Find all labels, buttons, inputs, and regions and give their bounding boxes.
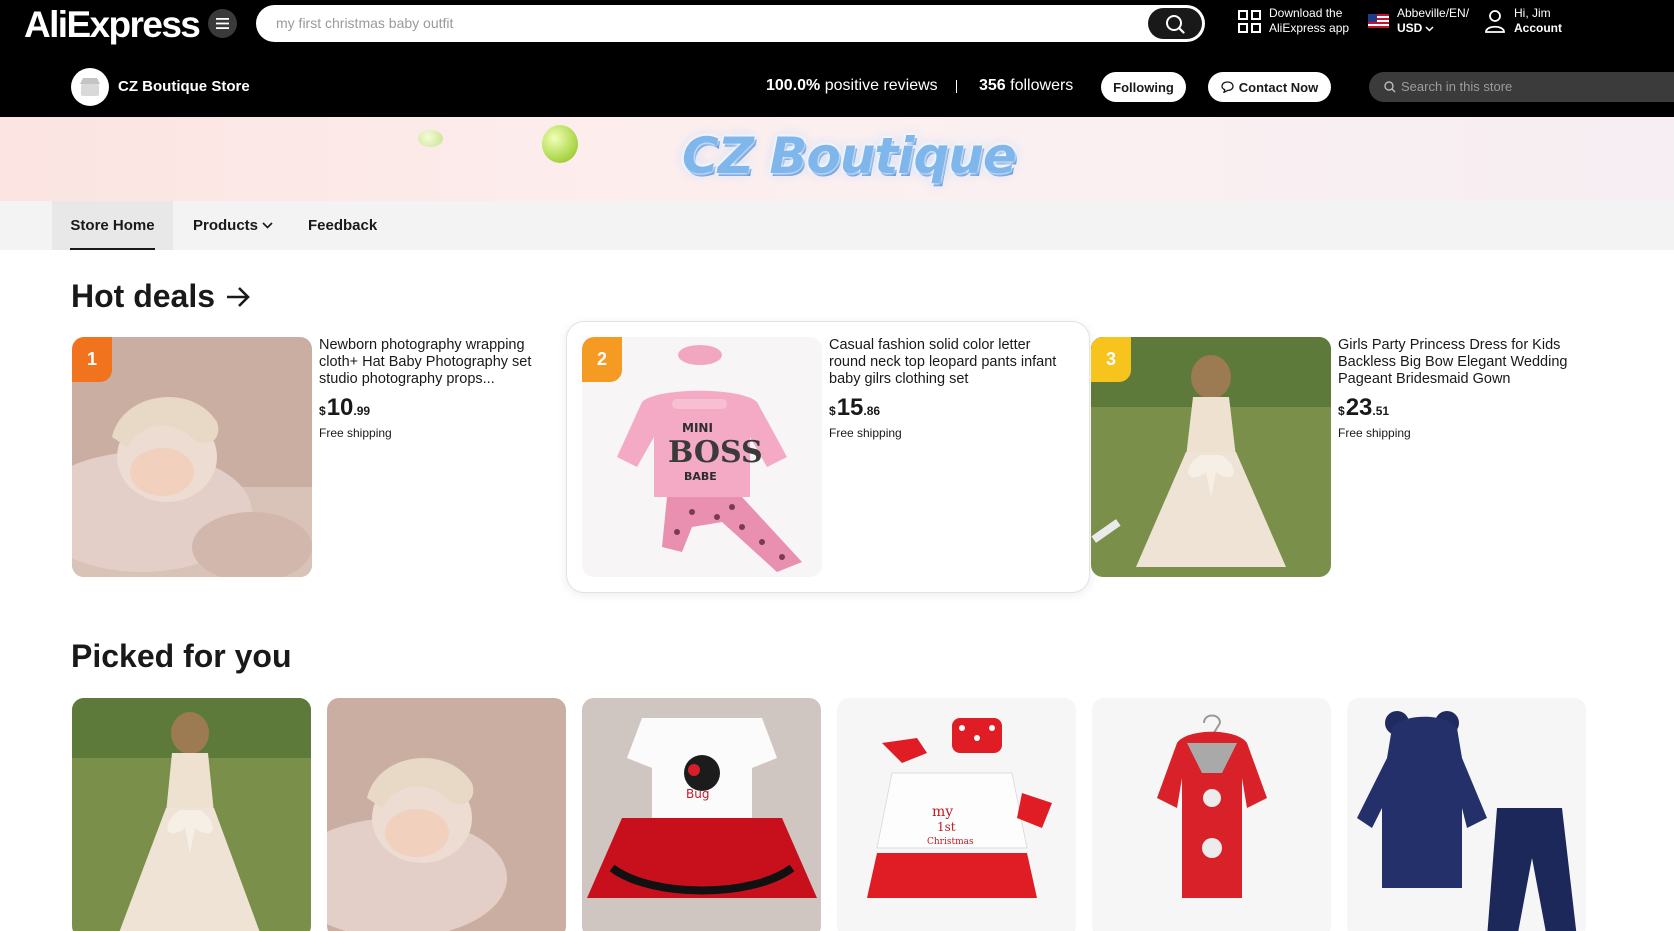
qr-code-icon <box>1238 9 1261 33</box>
product-title[interactable]: Girls Party Princess Dress for Kids Back… <box>1338 337 1578 388</box>
product-image: my 1st Christmas <box>837 698 1076 931</box>
reviews-value: 100.0% <box>766 77 821 94</box>
arrow-right-icon <box>227 286 250 307</box>
picked-product-card[interactable] <box>72 698 311 931</box>
svg-text:MINI: MINI <box>682 421 713 435</box>
top-header: AliExpress Download theAliExpress app Ab… <box>0 0 1674 117</box>
picked-product-card[interactable]: Bug <box>582 698 821 931</box>
greeting-text: Hi, Jim <box>1514 6 1551 20</box>
hamburger-icon <box>216 18 229 29</box>
banner-title: CZ Boutique <box>682 127 1017 185</box>
price-decimal: .51 <box>1372 404 1390 418</box>
followers-value: 356 <box>979 77 1006 94</box>
aliexpress-logo[interactable]: AliExpress <box>24 4 201 46</box>
download-line-2: AliExpress app <box>1269 21 1350 35</box>
currency-label: USD <box>1397 21 1423 35</box>
contact-now-label: Contact Now <box>1238 79 1319 95</box>
product-title[interactable]: Casual fashion solid color letter round … <box>829 337 1069 388</box>
svg-text:BABE: BABE <box>684 470 717 483</box>
tab-feedback[interactable]: Feedback <box>308 201 377 250</box>
search-icon <box>1384 81 1396 93</box>
store-followers: 356 followers <box>979 77 1073 95</box>
tab-products-label: Products <box>193 217 259 234</box>
product-image[interactable]: 3 <box>1091 337 1331 577</box>
svg-text:Bug: Bug <box>686 787 709 801</box>
price-integer: 15 <box>836 394 864 421</box>
product-title[interactable]: Newborn photography wrapping cloth+ Hat … <box>319 337 559 388</box>
picked-product-card[interactable] <box>1092 698 1331 931</box>
rank-badge: 1 <box>72 337 112 382</box>
locale-line-1: Abbeville/EN/ <box>1397 6 1470 20</box>
price-decimal: .99 <box>353 404 371 418</box>
user-icon <box>1485 10 1505 33</box>
search-icon <box>1166 14 1185 34</box>
product-image <box>1347 698 1586 931</box>
decorative-ball <box>418 130 443 147</box>
locale-currency-selector[interactable]: Abbeville/EN/ USD <box>1368 6 1469 36</box>
chevron-down-icon <box>1425 25 1434 32</box>
us-flag-icon <box>1368 14 1389 28</box>
hot-deal-card[interactable]: 3 Girls Party Princess Dress for Kids Ba… <box>1091 337 1591 577</box>
product-image <box>1092 698 1331 931</box>
main-search-bar <box>256 5 1205 42</box>
price-decimal: .86 <box>863 404 881 418</box>
store-name[interactable]: CZ Boutique Store <box>118 78 250 95</box>
price-currency: $ <box>1338 404 1345 418</box>
svg-text:BOSS: BOSS <box>668 435 763 470</box>
svg-text:1st: 1st <box>937 820 956 834</box>
product-price: $23.51 <box>1338 394 1578 422</box>
price-integer: 10 <box>326 394 354 421</box>
picked-for-you-heading: Picked for you <box>71 638 292 674</box>
shipping-info: Free shipping <box>319 426 392 440</box>
store-icon <box>80 78 100 96</box>
shipping-info: Free shipping <box>1338 426 1411 440</box>
main-search-input[interactable] <box>276 11 1136 35</box>
shipping-info: Free shipping <box>829 426 902 440</box>
search-button[interactable] <box>1148 8 1202 39</box>
hot-deals-heading[interactable]: Hot deals <box>71 278 251 315</box>
product-image: Bug <box>582 698 821 931</box>
following-button[interactable]: Following <box>1101 72 1186 102</box>
product-image[interactable]: 2 MINI BOSS BABE <box>582 337 822 577</box>
account-menu[interactable]: Hi, Jim Account <box>1484 6 1562 36</box>
rank-badge: 2 <box>582 337 622 382</box>
store-avatar[interactable] <box>71 68 109 106</box>
chevron-down-icon <box>262 222 273 229</box>
picked-product-card[interactable]: my 1st Christmas <box>837 698 1076 931</box>
tab-products[interactable]: Products <box>193 201 273 250</box>
hot-deal-card[interactable]: 2 MINI BOSS BABE Casual fashion solid co… <box>582 337 1082 577</box>
svg-text:my: my <box>932 804 953 820</box>
hot-deals-title: Hot deals <box>71 278 216 314</box>
picked-product-card[interactable] <box>327 698 566 931</box>
store-nav-tabs: Store Home Products Feedback <box>0 201 1674 250</box>
price-currency: $ <box>319 404 326 418</box>
decorative-ball <box>542 125 578 163</box>
picked-product-card[interactable] <box>1347 698 1586 931</box>
product-price: $15.86 <box>829 394 1069 422</box>
stats-divider <box>956 80 957 93</box>
product-price: $10.99 <box>319 394 559 422</box>
svg-text:Christmas: Christmas <box>927 837 974 847</box>
store-search <box>1369 72 1674 102</box>
followers-label: followers <box>1010 77 1074 94</box>
product-image <box>72 698 311 931</box>
price-currency: $ <box>829 404 836 418</box>
contact-now-button[interactable]: Contact Now <box>1208 72 1331 102</box>
tab-store-home[interactable]: Store Home <box>52 201 173 250</box>
categories-menu-button[interactable] <box>208 9 237 38</box>
product-image[interactable]: 1 <box>72 337 312 577</box>
chat-icon <box>1221 81 1234 93</box>
price-integer: 23 <box>1345 394 1373 421</box>
reviews-label: positive reviews <box>824 77 938 94</box>
download-line-1: Download the <box>1269 6 1343 20</box>
store-banner: CZ Boutique <box>0 117 1674 201</box>
store-rating: 100.0% positive reviews <box>766 77 938 95</box>
product-image <box>327 698 566 931</box>
hot-deal-card[interactable]: 1 Newborn photography wrapping cloth+ Ha… <box>72 337 572 577</box>
account-label: Account <box>1514 21 1562 35</box>
rank-badge: 3 <box>1091 337 1131 382</box>
store-search-input[interactable] <box>1401 79 1661 94</box>
download-app-link[interactable]: Download the AliExpress app <box>1238 6 1349 36</box>
